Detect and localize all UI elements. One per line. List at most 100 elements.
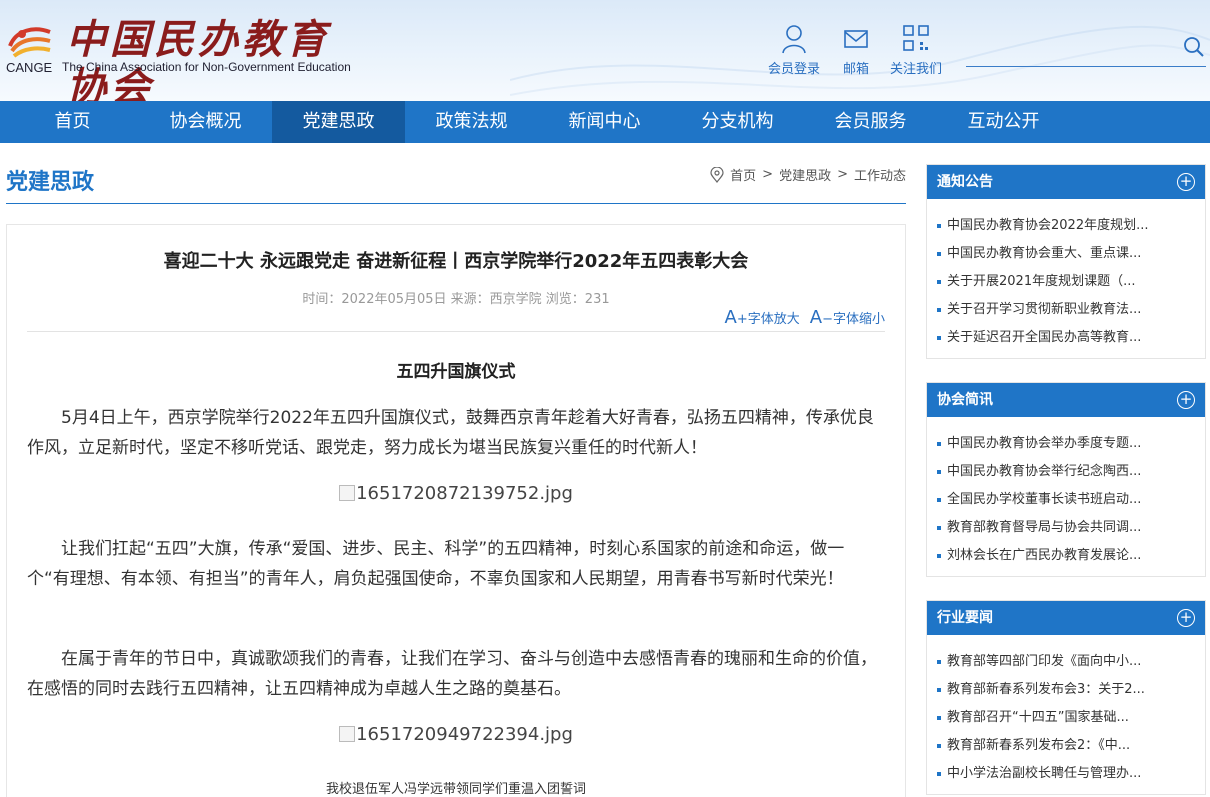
broken-image-icon — [339, 726, 356, 742]
breadcrumb-separator: > — [762, 167, 774, 182]
list-item[interactable]: 刘林会长在广西民办教育发展论... — [937, 542, 1195, 570]
list-item-label: 中国民办教育协会举行纪念陶西... — [947, 464, 1142, 479]
article-paragraph: 在属于青年的节日中，真诚歌颂我们的青春，让我们在学习、奋斗与创造中去感悟青春的瑰… — [27, 649, 877, 699]
bullet-icon — [937, 308, 941, 312]
nav-item-member-service[interactable]: 会员服务 — [804, 101, 937, 143]
list-item[interactable]: 关于延迟召开全国民办高等教育... — [937, 324, 1195, 352]
list-item[interactable]: 教育部教育督导局与协会共同调... — [937, 514, 1195, 542]
list-item[interactable]: 教育部召开“十四五”国家基础... — [937, 704, 1195, 732]
article-image: 1651720949722394.jpg — [7, 724, 905, 745]
bullet-icon — [937, 442, 941, 446]
user-icon — [782, 25, 806, 54]
list-item-label: 关于开展2021年度规划课题（... — [947, 274, 1136, 289]
notice-list: 中国民办教育协会2022年度规划... 中国民办教育协会重大、重点课... 关于… — [927, 199, 1205, 358]
image-caption: 我校退伍军人冯学远带领同学们重温入团誓词 — [325, 782, 586, 797]
article-paragraph: 让我们扛起“五四”大旗，传承“爱国、进步、民主、科学”的五四精神，时刻心系国家的… — [27, 539, 845, 589]
briefs-panel-title: 协会简讯 — [937, 392, 993, 408]
article-paragraph: 5月4日上午，西京学院举行2022年五四升国旗仪式，鼓舞西京青年趁着大好青春，弘… — [27, 408, 874, 458]
logo-abbreviation: CANGE — [6, 60, 53, 75]
briefs-panel-header: 协会简讯 + — [927, 383, 1205, 417]
nav-item-home[interactable]: 首页 — [6, 101, 139, 143]
list-item[interactable]: 中小学法治副校长聘任与管理办... — [937, 760, 1195, 788]
search-icon[interactable] — [1183, 36, 1205, 58]
list-item-label: 关于延迟召开全国民办高等教育... — [947, 330, 1142, 345]
more-plus-icon[interactable]: + — [1177, 173, 1195, 191]
search-input[interactable] — [966, 66, 1206, 67]
broken-image-icon — [339, 485, 356, 501]
list-item[interactable]: 中国民办教育协会举办季度专题... — [937, 430, 1195, 458]
site-logo[interactable]: 中国民办教育协会 CANGE The China Association for… — [6, 16, 366, 101]
list-item[interactable]: 全国民办学校董事长读书班启动... — [937, 486, 1195, 514]
list-item-label: 教育部新春系列发布会2：《中... — [947, 738, 1131, 753]
bullet-icon — [937, 498, 941, 502]
logo-english-name: The China Association for Non-Government… — [62, 60, 351, 74]
follow-us-link[interactable]: 关注我们 — [890, 24, 942, 77]
list-item[interactable]: 中国民办教育协会举行纪念陶西... — [937, 458, 1195, 486]
page-title: 党建思政 — [6, 170, 95, 195]
industry-news-panel: 行业要闻 + 教育部等四部门印发《面向中小... 教育部新春系列发布会3：关于2… — [926, 600, 1206, 795]
breadcrumb-home[interactable]: 首页 — [730, 165, 756, 184]
list-item-label: 全国民办学校董事长读书班启动... — [947, 492, 1142, 507]
nav-item-interaction[interactable]: 互动公开 — [937, 101, 1070, 143]
logo-title: 中国民办教育协会 — [66, 16, 330, 101]
more-plus-icon[interactable]: + — [1177, 609, 1195, 627]
breadcrumb: 首页 > 党建思政 > 工作动态 — [710, 165, 906, 184]
mailbox-label: 邮箱 — [843, 62, 870, 77]
follow-us-label: 关注我们 — [890, 62, 943, 77]
list-item[interactable]: 教育部新春系列发布会3：关于2... — [937, 676, 1195, 704]
article-meta: 时间：2022年05月05日 来源：西京学院 浏览：231 — [302, 292, 610, 307]
bullet-icon — [937, 554, 941, 558]
list-item[interactable]: 中国民办教育协会重大、重点课... — [937, 240, 1195, 268]
list-item-label: 教育部教育督导局与协会共同调... — [947, 520, 1142, 535]
member-login-link[interactable]: 会员登录 — [768, 24, 820, 77]
briefs-list: 中国民办教育协会举办季度专题... 中国民办教育协会举行纪念陶西... 全国民办… — [927, 417, 1205, 576]
meta-divider — [27, 331, 885, 332]
nav-item-news[interactable]: 新闻中心 — [538, 101, 671, 143]
nav-item-about[interactable]: 协会概况 — [139, 101, 272, 143]
bullet-icon — [937, 716, 941, 720]
industry-news-panel-header: 行业要闻 + — [927, 601, 1205, 635]
font-larger-label: +字体放大 — [736, 312, 800, 327]
list-item[interactable]: 关于开展2021年度规划课题（... — [937, 268, 1195, 296]
list-item[interactable]: 关于召开学习贯彻新职业教育法... — [937, 296, 1195, 324]
breadcrumb-separator: > — [837, 167, 848, 182]
breadcrumb-current: 工作动态 — [853, 169, 906, 184]
location-pin-icon — [710, 166, 724, 183]
logo-emblem-icon — [8, 27, 51, 58]
list-item-label: 中小学法治副校长聘任与管理办... — [947, 766, 1142, 781]
font-larger-button[interactable]: A+字体放大 — [725, 307, 800, 328]
main-nav: 首页 协会概况 党建思政 政策法规 新闻中心 分支机构 会员服务 互动公开 — [0, 101, 1210, 143]
bullet-icon — [937, 660, 941, 664]
article: 喜迎二十大 永远跟党走 奋进新征程丨西京学院举行2022年五四表彰大会 时间：2… — [6, 224, 906, 797]
nav-item-branches[interactable]: 分支机构 — [671, 101, 804, 143]
list-item-label: 关于召开学习贯彻新职业教育法... — [947, 302, 1142, 317]
list-item[interactable]: 教育部新春系列发布会2：《中... — [937, 732, 1195, 760]
bullet-icon — [937, 336, 941, 340]
more-plus-icon[interactable]: + — [1177, 391, 1195, 409]
font-a-icon: A — [809, 307, 823, 328]
bullet-icon — [937, 224, 941, 228]
list-item-label: 教育部等四部门印发《面向中小... — [947, 654, 1142, 669]
list-item-label: 中国民办教育协会举办季度专题... — [947, 436, 1142, 451]
nav-item-policy[interactable]: 政策法规 — [405, 101, 538, 143]
font-smaller-button[interactable]: A−字体缩小 — [810, 307, 885, 328]
list-item[interactable]: 中国民办教育协会2022年度规划... — [937, 212, 1195, 240]
mailbox-link[interactable]: 邮箱 — [843, 24, 869, 77]
list-item-label: 中国民办教育协会2022年度规划... — [947, 218, 1149, 233]
bullet-icon — [937, 688, 941, 692]
title-divider — [6, 203, 906, 204]
nav-item-party-building[interactable]: 党建思政 — [272, 101, 405, 143]
article-image: 1651720872139752.jpg — [7, 483, 905, 504]
mail-icon — [844, 30, 868, 48]
image-alt-text: 1651720949722394.jpg — [356, 724, 573, 745]
member-login-label: 会员登录 — [768, 62, 821, 77]
list-item[interactable]: 教育部等四部门印发《面向中小... — [937, 648, 1195, 676]
breadcrumb-party-building[interactable]: 党建思政 — [779, 165, 831, 184]
bullet-icon — [937, 772, 941, 776]
industry-news-panel-title: 行业要闻 — [937, 610, 993, 626]
font-smaller-label: −字体缩小 — [822, 312, 885, 327]
bullet-icon — [937, 280, 941, 284]
image-alt-text: 1651720872139752.jpg — [356, 483, 573, 504]
font-a-icon: A — [724, 307, 737, 328]
article-title: 喜迎二十大 永远跟党走 奋进新征程丨西京学院举行2022年五四表彰大会 — [163, 251, 749, 272]
